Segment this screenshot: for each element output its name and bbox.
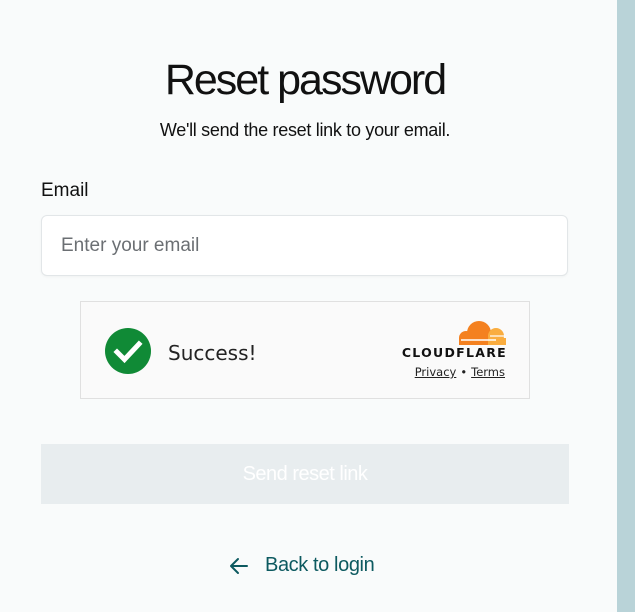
privacy-link[interactable]: Privacy (415, 365, 457, 379)
captcha-links: Privacy • Terms (415, 365, 505, 379)
email-label: Email (41, 180, 89, 201)
cloudflare-cloud-icon (459, 321, 506, 345)
back-to-login-label: Back to login (265, 554, 375, 576)
reset-password-page: Reset password We'll send the reset link… (0, 0, 635, 612)
captcha-widget: Success! CLOUDFLARE Privacy • Terms (80, 301, 530, 399)
right-edge-panel (617, 0, 635, 612)
email-input[interactable] (41, 215, 568, 276)
cloudflare-wordmark: CLOUDFLARE (401, 345, 507, 360)
page-title: Reset password (164, 56, 447, 104)
terms-link[interactable]: Terms (471, 365, 505, 379)
check-circle-icon (105, 328, 151, 374)
back-to-login-link[interactable]: Back to login (229, 554, 375, 577)
captcha-status-text: Success! (168, 341, 257, 365)
link-separator: • (460, 365, 468, 379)
arrow-left-icon (230, 557, 248, 574)
send-reset-link-button[interactable]: Send reset link (41, 444, 569, 504)
page-subtitle: We'll send the reset link to your email. (159, 120, 451, 140)
